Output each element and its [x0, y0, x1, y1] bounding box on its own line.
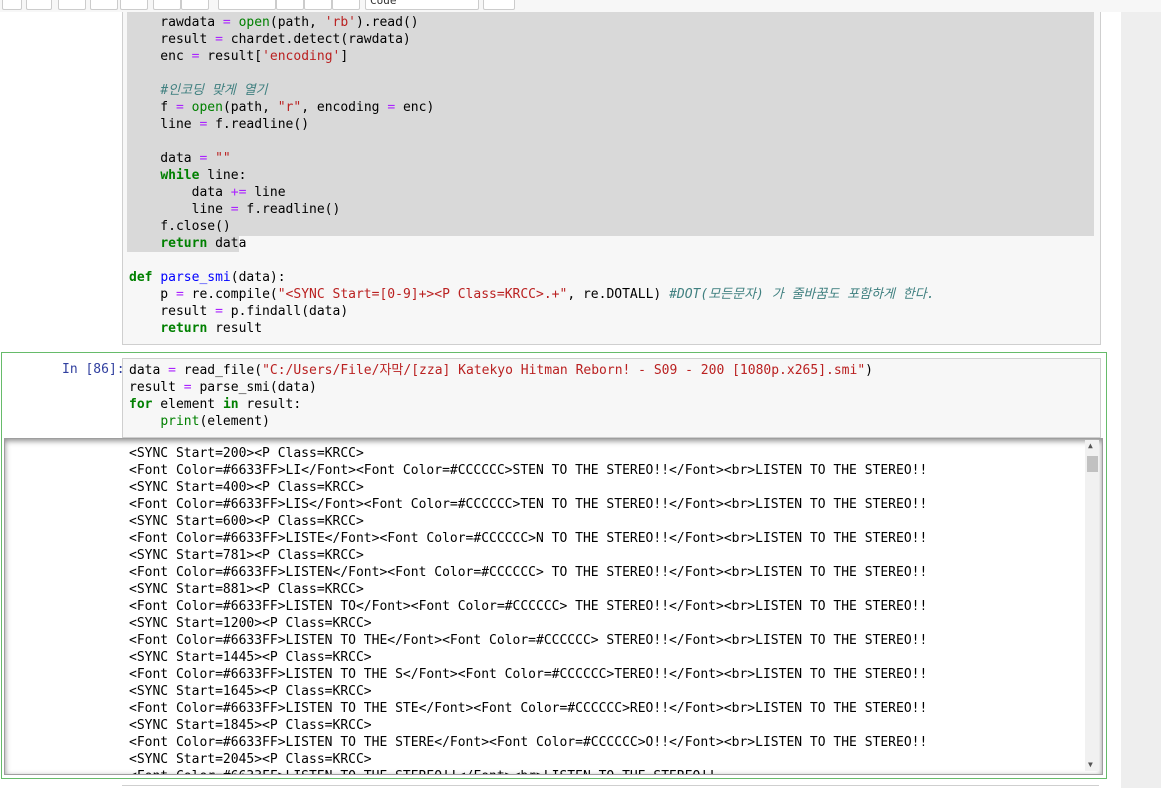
- code-line: result = p.findall(data): [129, 304, 349, 319]
- code-line: print(element): [160, 414, 270, 429]
- code-line: f.close(): [129, 219, 231, 234]
- output-line: <Font Color=#6633FF>LISTEN TO THE S</Fon…: [129, 667, 928, 682]
- output-line: <SYNC Start=1645><P Class=KRCC>: [129, 684, 372, 699]
- paste-cell-button[interactable]: [120, 0, 148, 10]
- restart-run-all-button[interactable]: [332, 0, 360, 10]
- insert-cell-button[interactable]: [26, 0, 52, 10]
- code-line: f = open(path, "r", encoding = enc): [129, 100, 435, 115]
- code-line: while line:: [160, 168, 247, 183]
- code-line: data = "": [129, 151, 231, 166]
- code-line: result = chardet.detect(rawdata): [129, 32, 411, 47]
- cut-cell-button[interactable]: [58, 0, 86, 10]
- output-line: <SYNC Start=1845><P Class=KRCC>: [129, 718, 372, 733]
- interrupt-button[interactable]: [276, 0, 304, 10]
- code-line: rawdata = open(path, 'rb').read(): [129, 15, 419, 30]
- output-line: <SYNC Start=781><P Class=KRCC>: [129, 548, 364, 563]
- input-prompt: In [86]:: [62, 362, 125, 377]
- code-line: result = parse_smi(data): [129, 380, 317, 395]
- copy-cell-button[interactable]: [90, 0, 118, 10]
- cell-type-select[interactable]: Code: [365, 0, 479, 10]
- output-line: <SYNC Start=600><P Class=KRCC>: [129, 514, 364, 529]
- code-line: line = f.readline(): [129, 117, 310, 132]
- move-down-button[interactable]: [181, 0, 209, 10]
- output-line: <SYNC Start=1200><P Class=KRCC>: [129, 616, 372, 631]
- output-scrollbar-thumb[interactable]: [1087, 456, 1098, 472]
- output-line: <Font Color=#6633FF>LISTEN TO THE</Font>…: [129, 633, 928, 648]
- output-line: <Font Color=#6633FF>LISTEN TO THE STE</F…: [129, 701, 928, 716]
- code-line: def parse_smi(data):: [129, 270, 286, 285]
- notebook-toolbar: Code: [0, 0, 1161, 12]
- scroll-down-arrow-icon[interactable]: ▼: [1088, 760, 1093, 769]
- save-button[interactable]: [2, 0, 22, 10]
- output-line: <SYNC Start=881><P Class=KRCC>: [129, 582, 364, 597]
- scroll-up-arrow-icon[interactable]: ▲: [1088, 441, 1093, 450]
- output-line: <SYNC Start=400><P Class=KRCC>: [129, 480, 364, 495]
- code-line: data = read_file("C:/Users/File/자막/[zza]…: [129, 363, 873, 378]
- output-line: <SYNC Start=2045><P Class=KRCC>: [129, 752, 372, 767]
- output-line: <Font Color=#6633FF>LI</Font><Font Color…: [129, 463, 928, 478]
- output-area[interactable]: <SYNC Start=200><P Class=KRCC> <Font Colo…: [4, 438, 1103, 775]
- previous-cell-code[interactable]: rawdata = open(path, 'rb').read() result…: [129, 14, 935, 337]
- output-line: <Font Color=#6633FF>LISTE</Font><Font Co…: [129, 531, 928, 546]
- code-line: for element in result:: [129, 397, 302, 412]
- output-scrollbar[interactable]: [1085, 440, 1099, 771]
- command-palette-button[interactable]: [483, 0, 515, 10]
- output-line: <Font Color=#6633FF>LISTEN TO</Font><Fon…: [129, 599, 928, 614]
- output-line: <SYNC Start=1445><P Class=KRCC>: [129, 650, 372, 665]
- current-cell-code[interactable]: data = read_file("C:/Users/File/자막/[zza]…: [129, 362, 873, 430]
- output-line: <SYNC Start=200><P Class=KRCC>: [129, 446, 364, 461]
- output-line: <Font Color=#6633FF>LIS</Font><Font Colo…: [129, 497, 928, 512]
- code-line: enc = result['encoding']: [129, 49, 349, 64]
- code-line: return result: [160, 321, 263, 336]
- code-line: line = f.readline(): [129, 202, 341, 217]
- restart-button[interactable]: [304, 0, 332, 10]
- code-line: #인코딩 맞게 열기: [160, 83, 268, 98]
- move-up-button[interactable]: [153, 0, 181, 10]
- output-line: <Font Color=#6633FF>LISTEN</Font><Font C…: [129, 565, 928, 580]
- code-line: data += line: [129, 185, 286, 200]
- output-line: <Font Color=#6633FF>LISTEN TO THE STERE<…: [129, 735, 928, 750]
- next-cell-edge: [122, 785, 1099, 789]
- page-margin: [1121, 12, 1161, 788]
- output-line: <Font Color=#6633FF>LISTEN TO THE STEREO…: [129, 768, 927, 774]
- output-text: <SYNC Start=200><P Class=KRCC> <Font Colo…: [129, 445, 928, 774]
- code-line: return data: [160, 236, 247, 251]
- run-button[interactable]: [218, 0, 276, 10]
- code-line: p = re.compile("<SYNC Start=[0-9]+><P Cl…: [129, 287, 935, 302]
